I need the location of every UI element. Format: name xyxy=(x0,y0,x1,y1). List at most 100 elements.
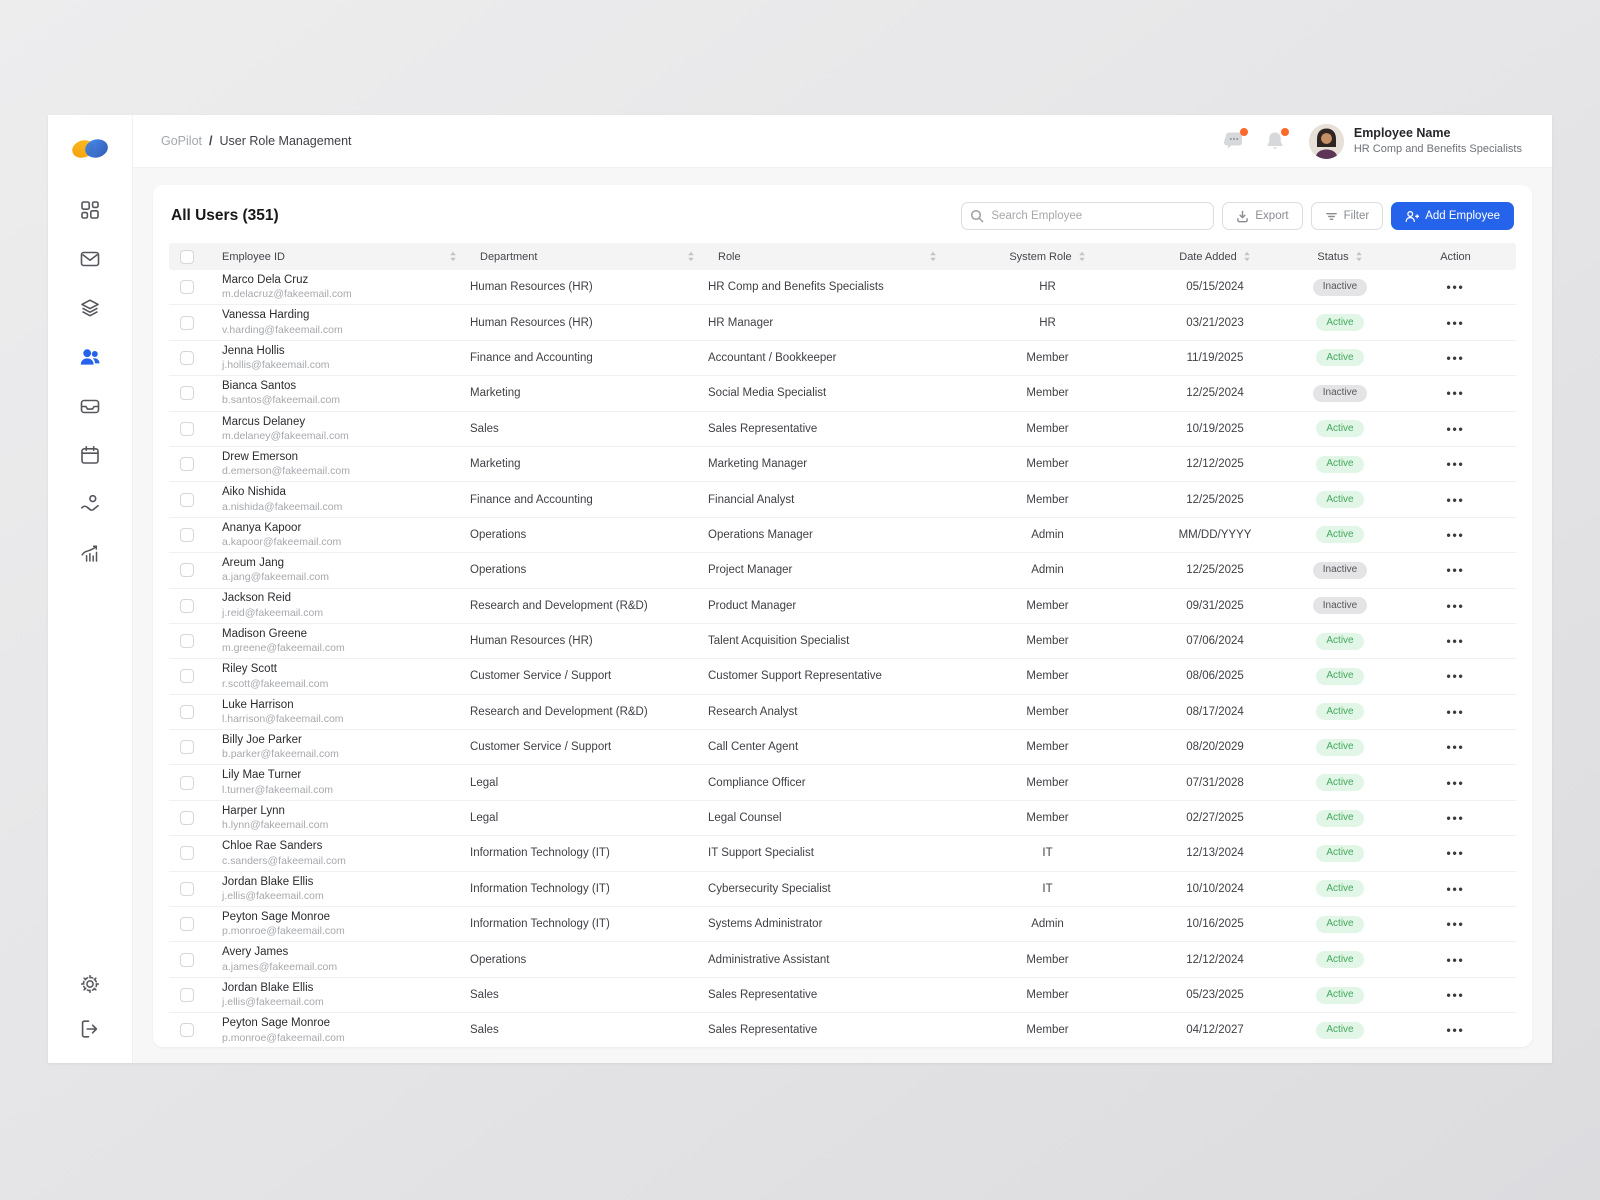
row-actions-menu-icon[interactable]: ••• xyxy=(1446,740,1464,754)
action-cell: ••• xyxy=(1395,457,1516,471)
select-all-checkbox[interactable] xyxy=(180,250,194,264)
row-checkbox[interactable] xyxy=(180,493,194,507)
row-checkbox[interactable] xyxy=(180,351,194,365)
row-actions-menu-icon[interactable]: ••• xyxy=(1446,457,1464,471)
dashboard-icon[interactable] xyxy=(78,198,102,222)
row-checkbox[interactable] xyxy=(180,422,194,436)
sort-icon[interactable] xyxy=(929,251,937,262)
benefits-icon[interactable] xyxy=(78,492,102,516)
column-label: Role xyxy=(718,251,741,263)
system-role-cell: Member xyxy=(950,777,1145,789)
row-actions-menu-icon[interactable]: ••• xyxy=(1446,422,1464,436)
row-actions-menu-icon[interactable]: ••• xyxy=(1446,386,1464,400)
row-checkbox[interactable] xyxy=(180,457,194,471)
row-actions-menu-icon[interactable]: ••• xyxy=(1446,705,1464,719)
row-actions-menu-icon[interactable]: ••• xyxy=(1446,1023,1464,1037)
employee-id-cell: Jackson Reid j.reid@fakeemail.com xyxy=(212,591,470,620)
row-checkbox-cell xyxy=(169,705,212,719)
table-row: Marco Dela Cruz m.delacruz@fakeemail.com… xyxy=(169,270,1516,305)
row-checkbox[interactable] xyxy=(180,563,194,577)
row-checkbox[interactable] xyxy=(180,386,194,400)
row-checkbox[interactable] xyxy=(180,528,194,542)
row-actions-menu-icon[interactable]: ••• xyxy=(1446,846,1464,860)
row-actions-menu-icon[interactable]: ••• xyxy=(1446,280,1464,294)
system-role-cell: Member xyxy=(950,706,1145,718)
row-actions-menu-icon[interactable]: ••• xyxy=(1446,351,1464,365)
row-checkbox[interactable] xyxy=(180,811,194,825)
department-cell: Legal xyxy=(470,812,708,824)
row-checkbox[interactable] xyxy=(180,846,194,860)
mail-icon[interactable] xyxy=(78,247,102,271)
row-actions-menu-icon[interactable]: ••• xyxy=(1446,669,1464,683)
add-user-icon xyxy=(1405,210,1419,223)
table-row: Chloe Rae Sanders c.sanders@fakeemail.co… xyxy=(169,836,1516,871)
add-employee-button[interactable]: Add Employee xyxy=(1391,202,1514,230)
employee-id-cell: Drew Emerson d.emerson@fakeemail.com xyxy=(212,450,470,479)
settings-gear-icon[interactable] xyxy=(78,972,102,996)
row-checkbox[interactable] xyxy=(180,988,194,1002)
row-checkbox-cell xyxy=(169,386,212,400)
row-checkbox[interactable] xyxy=(180,917,194,931)
employee-email: j.ellis@fakeemail.com xyxy=(222,996,460,1009)
inbox-icon[interactable] xyxy=(78,394,102,418)
row-actions-menu-icon[interactable]: ••• xyxy=(1446,776,1464,790)
breadcrumb-root[interactable]: GoPilot xyxy=(161,134,202,148)
row-checkbox-cell xyxy=(169,493,212,507)
row-actions-menu-icon[interactable]: ••• xyxy=(1446,493,1464,507)
row-checkbox[interactable] xyxy=(180,599,194,613)
row-checkbox[interactable] xyxy=(180,953,194,967)
employee-email: l.turner@fakeemail.com xyxy=(222,784,460,797)
row-actions-menu-icon[interactable]: ••• xyxy=(1446,811,1464,825)
row-actions-menu-icon[interactable]: ••• xyxy=(1446,882,1464,896)
row-checkbox[interactable] xyxy=(180,1023,194,1037)
table-row: Luke Harrison l.harrison@fakeemail.com R… xyxy=(169,695,1516,730)
column-header-date-added[interactable]: Date Added xyxy=(1145,251,1285,263)
employee-name: Vanessa Harding xyxy=(222,308,460,322)
row-actions-menu-icon[interactable]: ••• xyxy=(1446,917,1464,931)
row-checkbox[interactable] xyxy=(180,740,194,754)
filter-button[interactable]: Filter xyxy=(1311,202,1384,230)
search-input[interactable] xyxy=(961,202,1214,230)
column-header-employee-id[interactable]: Employee ID xyxy=(212,251,470,263)
calendar-icon[interactable] xyxy=(78,443,102,467)
row-actions-menu-icon[interactable]: ••• xyxy=(1446,634,1464,648)
chat-icon[interactable] xyxy=(1223,130,1247,152)
column-header-department[interactable]: Department xyxy=(470,251,708,263)
users-icon[interactable] xyxy=(78,345,102,369)
column-header-status[interactable]: Status xyxy=(1285,251,1395,263)
bell-icon[interactable] xyxy=(1264,130,1288,152)
sort-icon[interactable] xyxy=(1078,251,1086,262)
employee-name: Jordan Blake Ellis xyxy=(222,875,460,889)
row-checkbox[interactable] xyxy=(180,669,194,683)
row-actions-menu-icon[interactable]: ••• xyxy=(1446,563,1464,577)
sort-icon[interactable] xyxy=(1243,251,1251,262)
row-actions-menu-icon[interactable]: ••• xyxy=(1446,988,1464,1002)
status-badge: Active xyxy=(1316,420,1363,437)
status-cell: Inactive xyxy=(1285,562,1395,579)
analytics-icon[interactable] xyxy=(78,541,102,565)
row-checkbox[interactable] xyxy=(180,316,194,330)
sort-icon[interactable] xyxy=(449,251,457,262)
row-actions-menu-icon[interactable]: ••• xyxy=(1446,316,1464,330)
content: All Users (351) xyxy=(133,168,1552,1063)
user-profile[interactable]: Employee Name HR Comp and Benefits Speci… xyxy=(1309,124,1522,159)
row-checkbox[interactable] xyxy=(180,280,194,294)
row-actions-menu-icon[interactable]: ••• xyxy=(1446,599,1464,613)
employee-name: Billy Joe Parker xyxy=(222,733,460,747)
search-icon xyxy=(970,209,984,223)
export-button[interactable]: Export xyxy=(1222,202,1302,230)
date-added-cell: 10/10/2024 xyxy=(1145,883,1285,895)
sort-icon[interactable] xyxy=(1355,251,1363,262)
row-checkbox[interactable] xyxy=(180,776,194,790)
sort-icon[interactable] xyxy=(687,251,695,262)
logout-icon[interactable] xyxy=(78,1017,102,1041)
layers-icon[interactable] xyxy=(78,296,102,320)
row-checkbox[interactable] xyxy=(180,634,194,648)
column-header-role[interactable]: Role xyxy=(708,251,950,263)
row-actions-menu-icon[interactable]: ••• xyxy=(1446,528,1464,542)
employee-email: j.ellis@fakeemail.com xyxy=(222,890,460,903)
row-actions-menu-icon[interactable]: ••• xyxy=(1446,953,1464,967)
row-checkbox[interactable] xyxy=(180,882,194,896)
row-checkbox[interactable] xyxy=(180,705,194,719)
column-header-system-role[interactable]: System Role xyxy=(950,251,1145,263)
